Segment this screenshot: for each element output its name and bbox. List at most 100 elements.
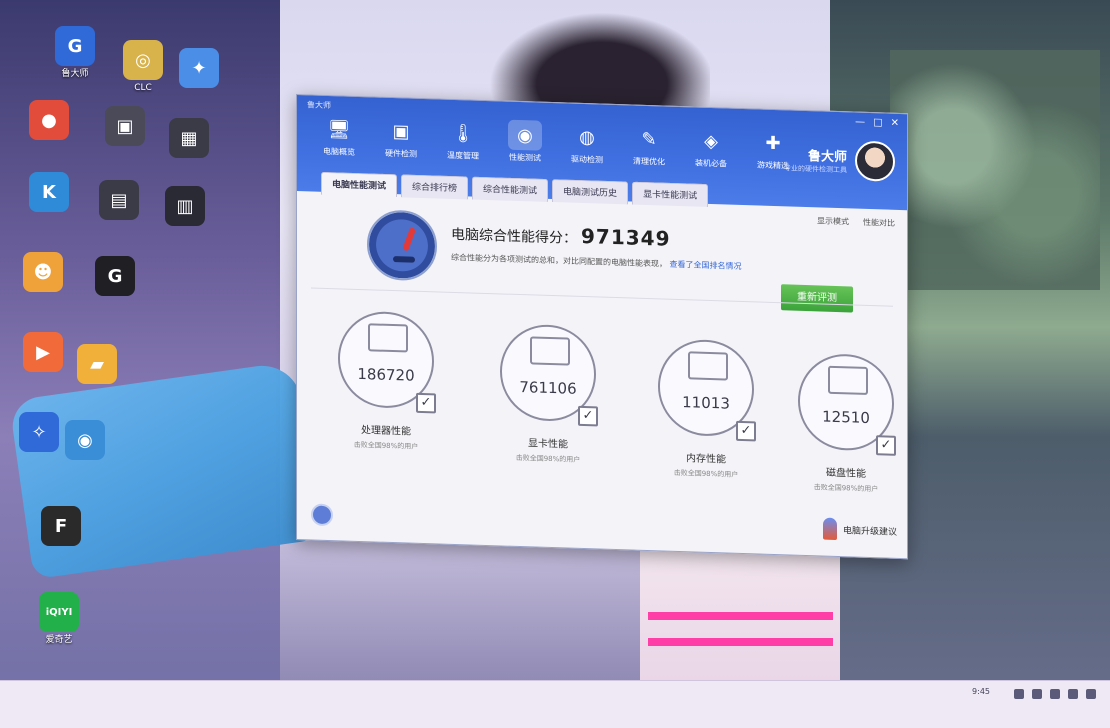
desktop-icon[interactable]: ▥ — [146, 186, 224, 229]
component-name: 磁盘性能 — [826, 467, 866, 480]
tray-icon[interactable] — [1014, 689, 1024, 699]
rocket-icon — [822, 517, 837, 541]
component-score[interactable]: 11013 ✓ 内存性能 击败全国98%的用户 — [641, 338, 771, 481]
nav-item-5[interactable]: ✎ 清理优化 — [621, 123, 677, 168]
nav-item-label: 清理优化 — [633, 156, 665, 167]
app-icon: ◉ — [65, 420, 105, 460]
tab-3[interactable]: 电脑测试历史 — [552, 179, 629, 205]
tab-1[interactable]: 综合排行榜 — [401, 174, 469, 200]
nav-item-4[interactable]: ◍ 驱动检测 — [559, 121, 615, 166]
maximize-button[interactable]: □ — [873, 117, 882, 128]
gauge-needle — [402, 227, 417, 252]
nav-item-3[interactable]: ◉ 性能测试 — [497, 119, 553, 164]
nav-item-label: 驱动检测 — [571, 154, 603, 165]
user-box[interactable]: 鲁大师 专业的硬件检测工具 — [784, 138, 895, 182]
window-titlebar: 鲁大师 — □ ✕ 🖥 电脑概览 ▣ 硬件检测 🌡 温度管理 ◉ 性能测试 ◍ 驱动检测 ✎ 清理优化… — [297, 95, 907, 211]
taskbar-clock[interactable]: 9:45 — [972, 687, 990, 697]
system-tray — [1014, 689, 1096, 699]
driver-icon: ◍ — [579, 126, 595, 148]
component-value: 186720 — [357, 364, 415, 385]
component-value: 11013 — [682, 393, 730, 413]
nav-item-2[interactable]: 🌡 温度管理 — [435, 117, 491, 162]
wallpaper-stripe — [648, 612, 833, 620]
window-controls: — □ ✕ — [855, 117, 899, 129]
close-button[interactable]: ✕ — [891, 118, 899, 129]
tray-icon[interactable] — [1068, 689, 1078, 699]
score-description-text: 综合性能分为各项测试的总和，对比同配置的电脑性能表现， — [451, 252, 667, 269]
nav-item-label: 温度管理 — [447, 150, 479, 161]
component-name: 处理器性能 — [361, 425, 411, 438]
main-nav: 🖥 电脑概览 ▣ 硬件检测 🌡 温度管理 ◉ 性能测试 ◍ 驱动检测 ✎ 清理优化 ◈ 装机必备 ✚ 游戏精选 — [311, 113, 801, 171]
desktop-icon[interactable]: ◉ — [46, 420, 124, 463]
desktop-icon[interactable]: ✦ — [160, 48, 238, 91]
component-subtitle: 击败全国98%的用户 — [813, 483, 879, 494]
app-icon: ▤ — [99, 180, 139, 220]
nav-item-0[interactable]: 🖥 电脑概览 — [311, 113, 367, 158]
nav-item-label: 硬件检测 — [385, 148, 417, 159]
app-icon: ☻ — [23, 252, 63, 292]
user-subtitle: 专业的硬件检测工具 — [784, 163, 847, 174]
score-title: 电脑综合性能得分： — [451, 226, 577, 247]
desktop-icon[interactable]: ☻ — [4, 252, 82, 295]
app-icon: iQIYI — [39, 592, 79, 632]
gauge-label — [393, 256, 415, 263]
nav-item-label: 性能测试 — [509, 152, 541, 163]
tab-2[interactable]: 综合性能测试 — [472, 176, 549, 202]
desktop-icon[interactable]: F — [22, 506, 100, 549]
upgrade-suggestion[interactable]: 电脑升级建议 — [822, 517, 897, 542]
desktop-icon-label: 爱奇艺 — [45, 635, 73, 645]
app-icon: G — [55, 26, 95, 66]
user-name: 鲁大师 — [807, 148, 847, 165]
score-circle: 11013 ✓ — [658, 338, 756, 442]
nav-item-6[interactable]: ◈ 装机必备 — [683, 125, 739, 170]
display-mode-link[interactable]: 显示模式 — [817, 215, 849, 227]
memory-icon — [688, 351, 728, 381]
taskbar: 9:45 — [0, 680, 1110, 728]
wallpaper-figure — [640, 540, 840, 700]
desktop-icon[interactable]: ▦ — [150, 118, 228, 161]
app-icon: ✦ — [179, 48, 219, 88]
tab-0[interactable]: 电脑性能测试 — [321, 171, 398, 198]
tray-icon[interactable] — [1032, 689, 1042, 699]
nav-item-1[interactable]: ▣ 硬件检测 — [373, 115, 429, 160]
app-icon: ▥ — [165, 186, 205, 226]
tray-icon[interactable] — [1050, 689, 1060, 699]
component-name: 显卡性能 — [528, 438, 568, 451]
thermometer-icon: 🌡 — [451, 122, 475, 145]
nav-item-label: 电脑概览 — [323, 146, 355, 157]
component-value: 761106 — [519, 378, 577, 398]
component-subtitle: 击败全国98%的用户 — [515, 453, 581, 464]
score-description: 综合性能分为各项测试的总和，对比同配置的电脑性能表现， 查看了全国排名情况 — [451, 252, 742, 272]
box-icon: ◈ — [704, 130, 718, 152]
rerun-button[interactable]: 重新评测 — [781, 284, 853, 313]
minimize-button[interactable]: — — [855, 117, 865, 128]
toolbar-right: 显示模式 性能对比 — [817, 215, 895, 228]
score-value: 971349 — [581, 223, 671, 251]
check-icon: ✓ — [876, 435, 896, 456]
tray-icon[interactable] — [1086, 689, 1096, 699]
ranking-link[interactable]: 查看了全国排名情况 — [670, 260, 742, 271]
desktop-icon[interactable]: ▰ — [58, 344, 136, 387]
desktop-icon[interactable]: G 鲁大师 — [36, 26, 114, 80]
app-icon: ▶ — [23, 332, 63, 372]
component-score[interactable]: 761106 ✓ 显卡性能 击败全国98%的用户 — [483, 323, 613, 466]
compare-link[interactable]: 性能对比 — [863, 217, 895, 229]
avatar[interactable] — [855, 140, 895, 182]
desktop-icon[interactable]: iQIYI 爱奇艺 — [20, 592, 98, 646]
tab-4[interactable]: 显卡性能测试 — [632, 181, 709, 207]
desktop-icon[interactable]: G — [76, 256, 154, 299]
score-circle: 12510 ✓ — [798, 352, 896, 456]
mascot-icon[interactable] — [311, 503, 333, 527]
benchmark-window: 鲁大师 — □ ✕ 🖥 电脑概览 ▣ 硬件检测 🌡 温度管理 ◉ 性能测试 ◍ 驱动检测 ✎ 清理优化… — [296, 94, 911, 560]
desktop-icon[interactable]: K — [10, 172, 88, 215]
app-icon: G — [95, 256, 135, 296]
app-icon: ● — [29, 100, 69, 140]
upgrade-link[interactable]: 电脑升级建议 — [843, 523, 897, 538]
desktop-icon-label: 鲁大师 — [61, 69, 89, 79]
component-score[interactable]: 12510 ✓ 磁盘性能击败全国98%的用户 — [781, 352, 911, 495]
app-title: 鲁大师 — [307, 100, 331, 111]
component-score[interactable]: 186720 ✓ 处理器性能 击败全国98%的用户 — [321, 310, 451, 453]
desktop-icon[interactable]: ● — [10, 100, 88, 143]
cpu-icon — [368, 323, 408, 353]
component-value: 12510 — [822, 407, 870, 428]
